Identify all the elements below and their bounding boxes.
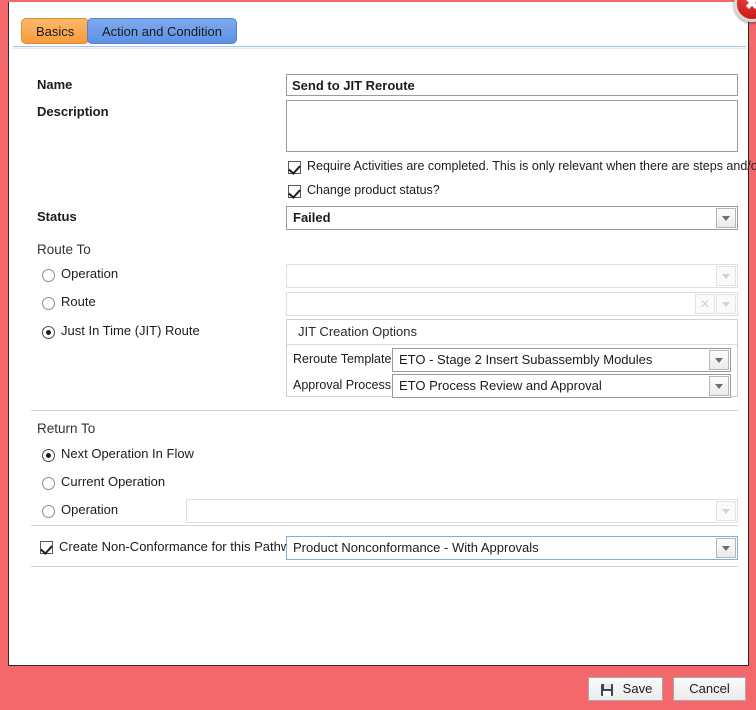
- floppy-disk-icon: [601, 684, 613, 696]
- status-dropdown[interactable]: Failed: [286, 206, 738, 230]
- chevron-down-icon[interactable]: [709, 350, 729, 370]
- jit-title-divider: [287, 344, 737, 345]
- return-to-section-label: Return To: [37, 421, 95, 436]
- return-to-operation-dropdown[interactable]: [186, 499, 738, 523]
- route-to-section-label: Route To: [37, 242, 91, 257]
- route-to-route-label: Route: [61, 294, 96, 309]
- chevron-down-icon[interactable]: [716, 208, 736, 228]
- save-button-label: Save: [617, 678, 658, 700]
- route-to-operation-dropdown[interactable]: [286, 264, 738, 288]
- chevron-down-icon[interactable]: [716, 501, 736, 521]
- description-label: Description: [37, 104, 109, 119]
- return-to-radio-operation[interactable]: [42, 505, 55, 518]
- route-to-radio-operation[interactable]: [42, 269, 55, 282]
- name-label: Name: [37, 77, 72, 92]
- status-value: Failed: [293, 207, 713, 229]
- change-product-status-label: Change product status?: [307, 183, 440, 197]
- close-circle-icon[interactable]: ✖: [734, 0, 756, 22]
- route-to-route-dropdown[interactable]: ✕: [286, 292, 738, 316]
- jit-creation-options-group: JIT Creation Options Reroute Template: E…: [286, 319, 738, 397]
- create-non-conformance-checkbox[interactable]: [40, 541, 53, 554]
- reroute-template-value: ETO - Stage 2 Insert Subassembly Modules: [399, 349, 706, 371]
- chevron-down-icon[interactable]: [709, 376, 729, 396]
- return-to-radio-current-operation[interactable]: [42, 477, 55, 490]
- non-conformance-divider-top: [31, 525, 738, 526]
- route-to-route-value: [293, 293, 713, 315]
- require-activities-checkbox[interactable]: [288, 161, 301, 174]
- return-to-current-operation-label: Current Operation: [61, 474, 165, 489]
- non-conformance-dropdown[interactable]: Product Nonconformance - With Approvals: [286, 536, 738, 560]
- chevron-down-icon[interactable]: [716, 294, 736, 314]
- return-to-operation-label: Operation: [61, 502, 118, 517]
- route-to-radio-route[interactable]: [42, 297, 55, 310]
- route-to-operation-value: [293, 265, 713, 287]
- jit-creation-options-title: JIT Creation Options: [298, 324, 417, 339]
- reroute-template-dropdown[interactable]: ETO - Stage 2 Insert Subassembly Modules: [392, 348, 731, 372]
- change-product-status-checkbox[interactable]: [288, 185, 301, 198]
- name-input[interactable]: Send to JIT Reroute: [286, 74, 738, 96]
- status-label: Status: [37, 209, 77, 224]
- clear-x-icon[interactable]: ✕: [695, 294, 715, 314]
- chevron-down-icon[interactable]: [716, 266, 736, 286]
- reroute-template-label: Reroute Template:: [293, 352, 395, 366]
- form-body: Name Send to JIT Reroute Description Req…: [9, 52, 750, 612]
- cancel-button[interactable]: Cancel: [673, 677, 746, 701]
- tab-strip-divider: [13, 46, 746, 49]
- non-conformance-value: Product Nonconformance - With Approvals: [293, 537, 713, 559]
- close-x-glyph: ✖: [737, 0, 756, 19]
- dialog-client-area: Basics Action and Condition Name Send to…: [8, 2, 749, 666]
- tab-strip: Basics Action and Condition: [9, 2, 748, 44]
- approval-process-label: Approval Process:: [293, 378, 394, 392]
- non-conformance-divider-bottom: [31, 566, 738, 567]
- require-activities-label: Require Activities are completed. This i…: [307, 159, 756, 173]
- approval-process-value: ETO Process Review and Approval: [399, 375, 706, 397]
- return-to-radio-next-operation[interactable]: [42, 449, 55, 462]
- tab-basics[interactable]: Basics: [21, 18, 89, 44]
- route-to-jit-label: Just In Time (JIT) Route: [61, 323, 200, 338]
- return-to-divider: [31, 410, 738, 411]
- route-to-operation-label: Operation: [61, 266, 118, 281]
- dialog-footer: Save Cancel: [8, 666, 749, 710]
- route-to-radio-jit[interactable]: [42, 326, 55, 339]
- approval-process-dropdown[interactable]: ETO Process Review and Approval: [392, 374, 731, 398]
- return-to-operation-value: [193, 500, 713, 522]
- chevron-down-icon[interactable]: [716, 538, 736, 558]
- tab-action-and-condition[interactable]: Action and Condition: [87, 18, 237, 44]
- description-textarea[interactable]: [286, 100, 738, 152]
- return-to-next-operation-label: Next Operation In Flow: [61, 446, 194, 461]
- create-non-conformance-label: Create Non-Conformance for this Pathway: [59, 539, 304, 554]
- dialog-window: ✖ Basics Action and Condition Name Send …: [0, 0, 756, 710]
- save-button[interactable]: Save: [588, 677, 663, 701]
